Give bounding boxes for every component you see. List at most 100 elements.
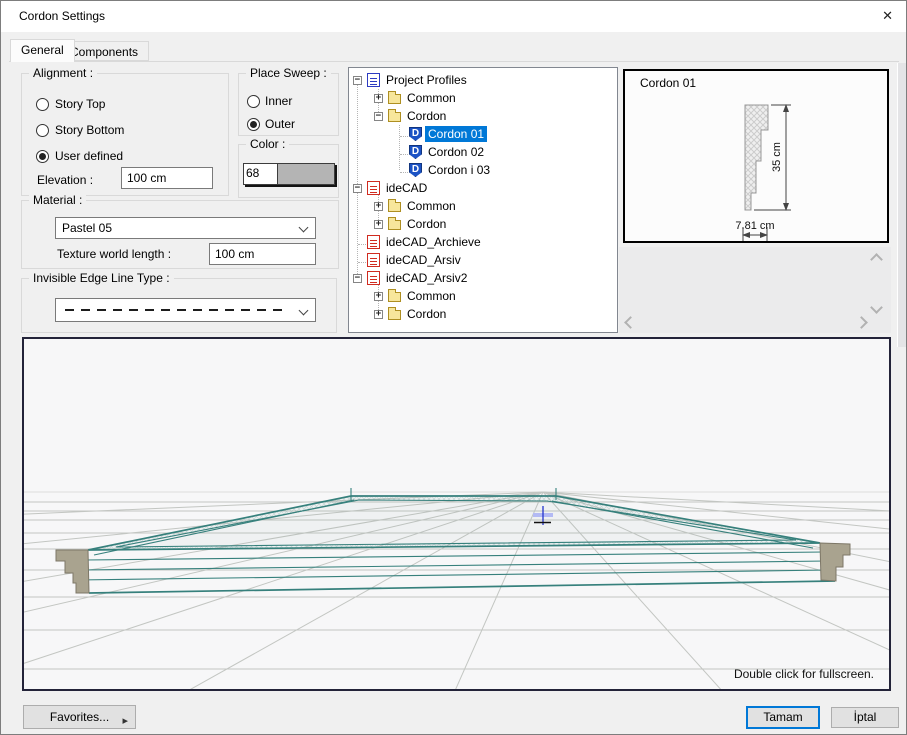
color-swatch[interactable]: [278, 164, 334, 184]
folder-icon: [388, 94, 401, 104]
tree-item-label: Cordon 01: [425, 126, 487, 142]
alignment-legend: Alignment :: [29, 66, 97, 80]
tree-item-label: Cordon: [404, 216, 449, 232]
expand-icon[interactable]: +: [374, 220, 383, 229]
tree-item[interactable]: + Cordon: [349, 305, 617, 323]
tree-guide-stub: [400, 136, 408, 137]
collapse-icon[interactable]: −: [353, 274, 362, 283]
profile-tree[interactable]: −Project Profiles+Common−CordonDCordon 0…: [348, 67, 618, 333]
elevation-label: Elevation :: [37, 173, 93, 187]
alignment-group: Alignment : Elevation : 100 cm Story Top…: [21, 73, 229, 196]
description-panel: [619, 247, 891, 333]
tree-item[interactable]: +Common: [349, 197, 617, 215]
color-legend: Color :: [246, 137, 289, 151]
chevron-down-icon: [299, 306, 309, 316]
svg-text:7.81 cm: 7.81 cm: [735, 220, 774, 232]
line-type-select[interactable]: [55, 298, 316, 322]
library-document-icon: [367, 253, 380, 267]
side-scrollbar[interactable]: [897, 63, 906, 347]
radio-story-top[interactable]: [36, 98, 49, 111]
library-document-icon: [367, 235, 380, 249]
tree-item[interactable]: − ideCAD_Arsiv2: [349, 269, 617, 287]
preview-title: Cordon 01: [640, 76, 696, 90]
expand-right-icon: ▸: [122, 710, 128, 732]
tree-item-label: ideCAD_Arsiv2: [383, 270, 470, 286]
elevation-input[interactable]: 100 cm: [121, 167, 213, 189]
cordon-profile-cap-right: [820, 543, 850, 581]
tree-item[interactable]: DCordon 02: [349, 143, 617, 161]
chevron-down-icon: [299, 223, 309, 233]
radio-label: Story Bottom: [55, 123, 124, 137]
expand-icon[interactable]: +: [374, 94, 383, 103]
tree-item[interactable]: ideCAD_Arsiv: [349, 251, 617, 269]
tree-item[interactable]: +Common: [349, 287, 617, 305]
cancel-button[interactable]: İptal: [831, 707, 899, 728]
favorites-button[interactable]: Favorites... ▸: [23, 705, 136, 729]
tree-item-label: Cordon 02: [425, 144, 487, 160]
tree-item[interactable]: + Cordon: [349, 215, 617, 233]
window-title: Cordon Settings: [19, 9, 105, 23]
invisible-edge-legend: Invisible Edge Line Type :: [29, 271, 174, 285]
material-legend: Material :: [29, 193, 86, 207]
tree-item-label: Common: [404, 90, 459, 106]
radio-label: Outer: [265, 117, 295, 131]
radio-outer[interactable]: [247, 118, 260, 131]
tree-item[interactable]: DCordon 01: [349, 125, 617, 143]
folder-icon: [388, 310, 401, 320]
color-value[interactable]: 68: [244, 164, 278, 184]
tree-item-label: ideCAD_Archieve: [383, 234, 484, 250]
tree-item-label: Cordon: [404, 108, 449, 124]
folder-icon: [388, 112, 401, 122]
svg-text:35 cm: 35 cm: [771, 142, 783, 172]
scroll-down-icon[interactable]: [870, 301, 883, 314]
close-icon[interactable]: ✕: [882, 8, 893, 24]
scroll-up-icon[interactable]: [870, 253, 883, 266]
collapse-icon[interactable]: −: [353, 184, 362, 193]
color-group: Color : 68: [238, 144, 339, 198]
folder-icon: [388, 292, 401, 302]
tab-general[interactable]: General: [10, 39, 75, 62]
radio-label: User defined: [55, 149, 123, 163]
color-picker[interactable]: 68: [243, 163, 335, 185]
3d-viewport[interactable]: Double click for fullscreen.: [22, 337, 891, 691]
place-sweep-legend: Place Sweep :: [246, 66, 331, 80]
profile-icon: D: [409, 127, 422, 141]
tree-item-label: ideCAD_Arsiv: [383, 252, 464, 268]
cordon-profile-cap-left: [56, 550, 89, 593]
expand-icon[interactable]: +: [374, 310, 383, 319]
collapse-icon[interactable]: −: [353, 76, 362, 85]
expand-icon[interactable]: +: [374, 202, 383, 211]
radio-inner[interactable]: [247, 95, 260, 108]
texture-length-input[interactable]: 100 cm: [209, 243, 316, 265]
tree-item[interactable]: ideCAD_Archieve: [349, 233, 617, 251]
tree-item[interactable]: − Cordon: [349, 107, 617, 125]
material-select[interactable]: Pastel 05: [55, 217, 316, 239]
favorites-label: Favorites...: [50, 710, 109, 724]
library-document-icon: [367, 181, 380, 195]
fullscreen-hint: Double click for fullscreen.: [734, 667, 874, 681]
radio-label: Story Top: [55, 97, 105, 111]
tree-item[interactable]: −Project Profiles: [349, 71, 617, 89]
dashed-line-style-preview: [65, 309, 287, 311]
tree-item[interactable]: DCordon i 03: [349, 161, 617, 179]
profile-drawing: 35 cm 7.81 cm: [625, 71, 887, 241]
folder-icon: [388, 202, 401, 212]
scroll-right-icon[interactable]: [855, 316, 868, 329]
scroll-left-icon[interactable]: [624, 316, 637, 329]
tree-item[interactable]: −ideCAD: [349, 179, 617, 197]
collapse-icon[interactable]: −: [374, 112, 383, 121]
library-document-icon: [367, 73, 380, 87]
ok-button[interactable]: Tamam: [746, 706, 820, 729]
radio-story-bottom[interactable]: [36, 124, 49, 137]
material-value: Pastel 05: [62, 221, 112, 235]
tree-guide-stub: [358, 262, 366, 263]
tree-item[interactable]: + Common: [349, 89, 617, 107]
invisible-edge-group: Invisible Edge Line Type :: [21, 278, 337, 333]
material-group: Material : Pastel 05 Texture world lengt…: [21, 200, 339, 269]
expand-icon[interactable]: +: [374, 292, 383, 301]
radio-label: Inner: [265, 94, 292, 108]
tree-item-label: Cordon: [404, 306, 449, 322]
radio-user-defined[interactable]: [36, 150, 49, 163]
title-bar: Cordon Settings ✕: [1, 1, 906, 32]
tree-guide-stub: [400, 154, 408, 155]
